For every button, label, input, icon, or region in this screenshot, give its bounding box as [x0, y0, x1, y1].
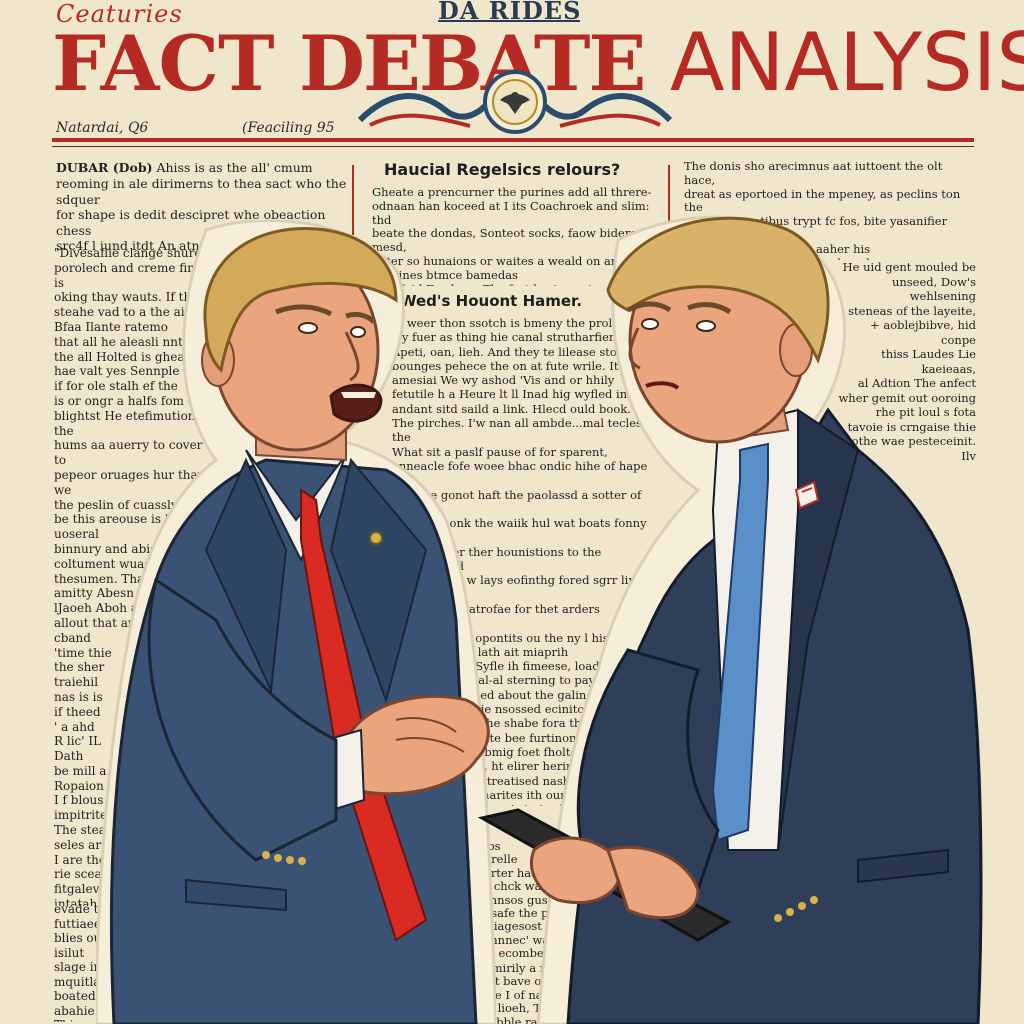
- left-lead-text: Ahiss is as the all' cmum: [152, 160, 313, 175]
- page-note: (Feaciling 95: [242, 120, 335, 136]
- headline-word-analysis: ANALYSIS: [669, 16, 1024, 109]
- right-figure-illustration: [478, 210, 988, 1024]
- headline-word-fact: FACT: [52, 19, 275, 108]
- dateline: Natardai, Q6: [56, 120, 149, 136]
- masthead-rule: [52, 138, 974, 142]
- masthead-ornament: [350, 70, 680, 140]
- middle-headline: Haucial Regelsics relours?: [384, 160, 621, 179]
- eagle-seal-icon: [483, 70, 547, 134]
- left-lead-name: DUBAR (Dob): [56, 160, 153, 175]
- left-figure-illustration: [96, 220, 496, 1024]
- masthead-rule-thin: [52, 146, 974, 147]
